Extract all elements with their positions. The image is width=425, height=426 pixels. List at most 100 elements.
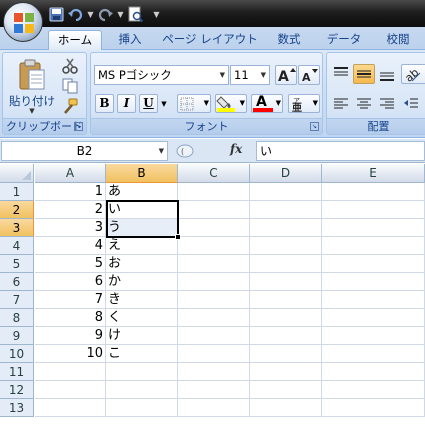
cell-a10[interactable]: 10 [35,345,106,363]
cell-b1[interactable]: あ [106,183,178,201]
redo-dropdown-icon[interactable]: ▼ [116,6,125,23]
underline-dropdown-icon[interactable]: ▼ [159,94,169,113]
cell-e5[interactable] [322,255,425,273]
cell-d4[interactable] [250,237,322,255]
cell-d6[interactable] [250,273,322,291]
formula-input[interactable]: い [256,141,425,161]
cell-b5[interactable]: お [106,255,178,273]
font-size-combo[interactable]: 11 ▼ [230,65,270,85]
cell-a8[interactable]: 8 [35,309,106,327]
row-header-4[interactable]: 4 [0,237,34,255]
cell-e2[interactable] [322,201,425,219]
grow-font-button[interactable]: A [275,65,297,85]
cell-d1[interactable] [250,183,322,201]
print-preview-icon[interactable] [127,6,144,23]
cell-c4[interactable] [178,237,250,255]
cell-e8[interactable] [322,309,425,327]
redo-icon[interactable] [97,6,114,23]
cell-c6[interactable] [178,273,250,291]
cell-b2[interactable]: い [106,201,178,219]
row-header-11[interactable]: 11 [0,363,34,381]
row-header-5[interactable]: 5 [0,255,34,273]
cell-c8[interactable] [178,309,250,327]
cell-c7[interactable] [178,291,250,309]
worksheet-grid[interactable]: A B C D E 1 1 あ 2 2 い 3 3 う 4 4 え 5 5 お 6 6 か 7 7 き 8 8 く 9 9 け 10 10 こ 11 1… [0,164,425,426]
cell-e9[interactable] [322,327,425,345]
row-header-2[interactable]: 2 [0,201,34,219]
cell-a11[interactable] [35,363,106,381]
column-header-c[interactable]: C [178,164,250,183]
cell-e1[interactable] [322,183,425,201]
column-header-b[interactable]: B [106,164,178,183]
fill-handle[interactable] [175,234,181,240]
italic-button[interactable]: I [117,94,136,113]
row-header-13[interactable]: 13 [0,399,34,417]
save-icon[interactable] [48,6,65,23]
cell-d13[interactable] [250,399,322,417]
cell-c3[interactable] [178,219,250,237]
select-all-button[interactable] [0,164,34,183]
row-header-9[interactable]: 9 [0,327,34,345]
office-button[interactable] [3,2,43,42]
row-header-7[interactable]: 7 [0,291,34,309]
cell-e11[interactable] [322,363,425,381]
cell-a12[interactable] [35,381,106,399]
row-header-10[interactable]: 10 [0,345,34,363]
font-dialog-launcher-icon[interactable]: ↘ [310,122,319,131]
cut-button[interactable] [60,57,80,75]
align-left-button[interactable] [331,94,351,114]
align-center-button[interactable] [354,94,374,114]
cell-b10[interactable]: こ [106,345,178,363]
row-header-12[interactable]: 12 [0,381,34,399]
undo-dropdown-icon[interactable]: ▼ [86,6,95,23]
row-header-1[interactable]: 1 [0,183,34,201]
borders-button[interactable]: ▼ [177,94,211,113]
tab-insert[interactable]: 挿入 [108,30,152,50]
resize-handle-icon[interactable]: ( [176,144,194,158]
tab-data[interactable]: データ [318,30,370,50]
cell-c12[interactable] [178,381,250,399]
cell-b13[interactable] [106,399,178,417]
cell-e12[interactable] [322,381,425,399]
tab-formulas[interactable]: 数式 [266,30,312,50]
phonetic-guide-button[interactable]: ア亜 ▼ [288,94,320,114]
cell-d10[interactable] [250,345,322,363]
align-top-button[interactable] [331,64,351,84]
cell-a9[interactable]: 9 [35,327,106,345]
format-painter-button[interactable] [60,97,80,115]
cell-d12[interactable] [250,381,322,399]
align-bottom-button[interactable] [377,64,397,84]
cell-e6[interactable] [322,273,425,291]
cell-a13[interactable] [35,399,106,417]
align-right-button[interactable] [377,94,397,114]
row-header-8[interactable]: 8 [0,309,34,327]
cell-d8[interactable] [250,309,322,327]
cell-e10[interactable] [322,345,425,363]
cell-d11[interactable] [250,363,322,381]
cell-d2[interactable] [250,201,322,219]
shrink-font-button[interactable]: A [298,65,320,85]
customize-qat-icon[interactable]: ▼ [152,6,161,23]
tab-home[interactable]: ホーム [48,30,102,51]
orientation-button[interactable]: ab [401,64,425,85]
column-header-d[interactable]: D [250,164,322,183]
name-box[interactable]: B2 ▼ [1,141,168,161]
cell-e7[interactable] [322,291,425,309]
cell-a6[interactable]: 6 [35,273,106,291]
paste-button[interactable]: 貼り付け ▼ [6,56,56,116]
cell-a2[interactable]: 2 [35,201,106,219]
column-header-e[interactable]: E [322,164,425,183]
cell-c2[interactable] [178,201,250,219]
cell-c1[interactable] [178,183,250,201]
fill-color-button[interactable]: ▼ [215,94,247,113]
row-header-6[interactable]: 6 [0,273,34,291]
cell-e13[interactable] [322,399,425,417]
tab-page-layout[interactable]: ページ レイアウト [160,30,260,50]
font-name-combo[interactable]: MS Pゴシック ▼ [94,65,229,85]
cell-d9[interactable] [250,327,322,345]
copy-button[interactable] [60,77,80,95]
cell-c10[interactable] [178,345,250,363]
cell-c13[interactable] [178,399,250,417]
cell-b8[interactable]: く [106,309,178,327]
cell-d5[interactable] [250,255,322,273]
